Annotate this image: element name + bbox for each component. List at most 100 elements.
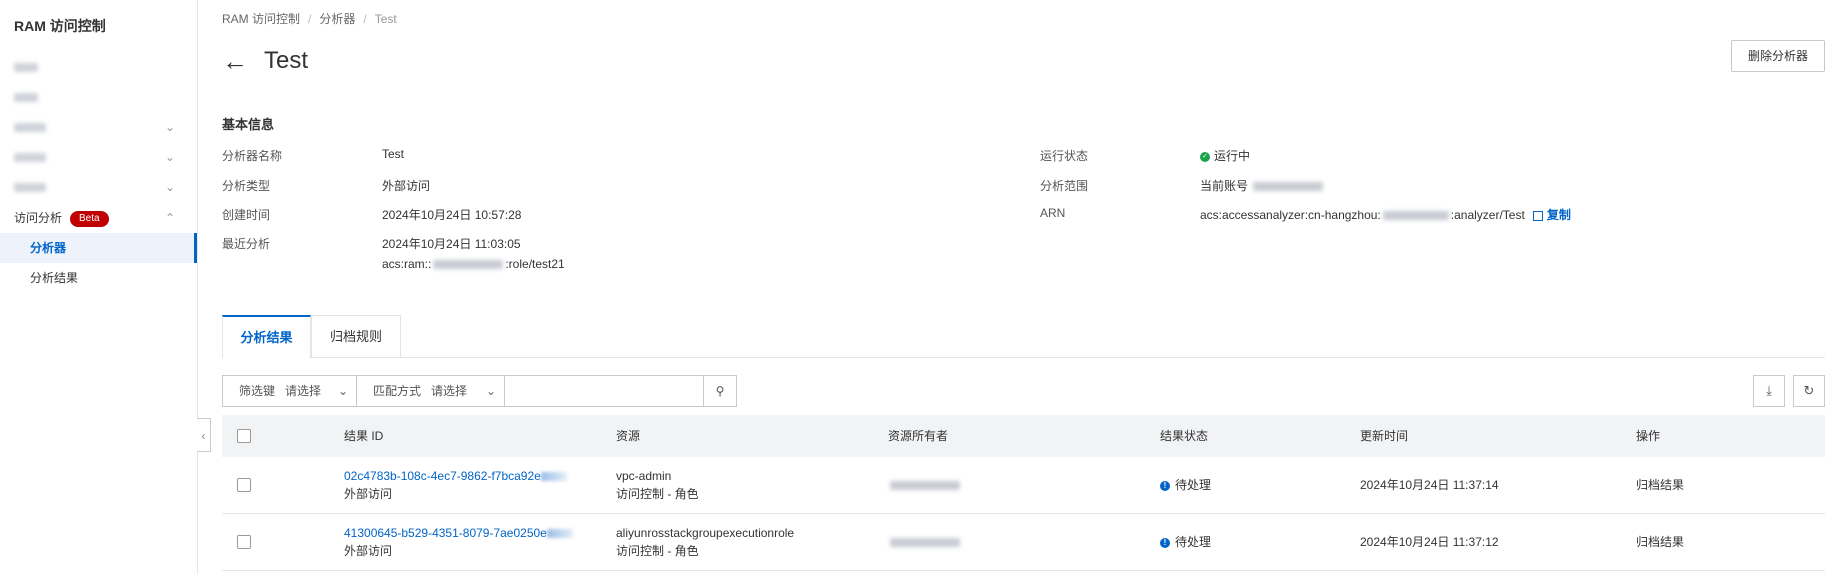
basic-info-heading: 基本信息 [222, 117, 275, 132]
sidebar-title: RAM 访问控制 [14, 18, 106, 34]
filter-key-select[interactable]: 筛选键 请选择 ⌄ [223, 376, 357, 406]
resource-owner-cell [888, 533, 962, 551]
tab-analysis-results[interactable]: 分析结果 [222, 315, 311, 358]
blurred-label [14, 63, 38, 73]
blurred-label [14, 123, 46, 133]
arn-label: ARN [1040, 206, 1066, 220]
result-id-cell: 02c4783b-108c-4ec7-9862-f7bca92e 外部访问 [344, 467, 567, 503]
info-circle-icon: ! [1160, 537, 1170, 548]
chevron-up-icon: ⌃ [164, 211, 175, 225]
blurred-label [14, 93, 38, 103]
resource-cell: vpc-admin 访问控制 - 角色 [616, 467, 699, 503]
chevron-down-icon: ⌄ [164, 150, 175, 164]
page-title: Test [264, 47, 309, 74]
chevron-down-icon: ⌄ [164, 180, 175, 194]
delete-analyzer-button[interactable]: 删除分析器 [1731, 40, 1825, 72]
result-type: 外部访问 [344, 487, 393, 501]
arrow-left-icon[interactable]: ← [222, 46, 248, 76]
last-analysis-label: 最近分析 [222, 237, 271, 251]
select-all-checkbox[interactable] [237, 429, 251, 443]
row-checkbox[interactable] [237, 535, 251, 549]
archive-result-link[interactable]: 归档结果 [1636, 533, 1684, 551]
copy-icon[interactable] [1532, 210, 1543, 221]
result-id-link[interactable]: 41300645-b529-4351-8079-7ae0250e [344, 526, 547, 540]
created-time-label: 创建时间 [222, 208, 271, 222]
filter-key-label: 筛选键 [239, 384, 276, 398]
status-cell: ! 待处理 [1160, 476, 1211, 494]
sidebar: RAM 访问控制 ⌄ ⌄ ⌄ 访问分析 Beta ⌃ 分析器 分析结果 [0, 0, 198, 574]
sidebar-item-analyzer[interactable]: 分析器 [0, 233, 197, 263]
sidebar-item-3[interactable]: ⌄ [0, 112, 197, 142]
created-time-value: 2024年10月24日 10:57:28 [382, 208, 522, 222]
sidebar-collapse-button[interactable]: ‹ [197, 418, 211, 452]
match-mode-placeholder: 请选择 [431, 384, 468, 398]
status-text: 待处理 [1175, 478, 1212, 492]
beta-badge: Beta [70, 210, 109, 227]
breadcrumb: RAM 访问控制 / 分析器 / Test [222, 12, 397, 26]
search-icon[interactable]: ⚲ [704, 376, 736, 406]
chevron-left-icon: ‹ [201, 429, 206, 443]
last-analysis-value: 2024年10月24日 11:03:05 [382, 237, 521, 251]
account-suffix: :role/test21 [505, 257, 565, 271]
arn-prefix: acs:accessanalyzer:cn-hangzhou: [1200, 208, 1381, 222]
col-action: 操作 [1636, 429, 1661, 443]
blurred-account-id [1253, 182, 1324, 192]
table-row: 02c4783b-108c-4ec7-9862-f7bca92e 外部访问 vpc… [222, 457, 1825, 514]
archive-result-link[interactable]: 归档结果 [1636, 476, 1684, 494]
result-type: 外部访问 [344, 544, 393, 558]
updated-time-cell: 2024年10月24日 11:37:12 [1360, 535, 1499, 549]
blurred-label [14, 183, 46, 193]
chevron-down-icon: ⌄ [485, 384, 496, 398]
scope-label: 分析范围 [1040, 179, 1089, 193]
copy-arn-link[interactable]: 复制 [1547, 208, 1571, 222]
account-prefix: acs:ram:: [382, 257, 432, 271]
main-content: RAM 访问控制 / 分析器 / Test ← Test 删除分析器 基本信息 分析器名… [222, 0, 1825, 574]
breadcrumb-current: Test [374, 12, 397, 26]
filter-key-placeholder: 请选择 [285, 384, 322, 398]
scope-text: 当前账号 [1200, 179, 1249, 193]
row-checkbox[interactable] [237, 478, 251, 492]
last-analysis-account: acs:ram:::role/test21 [382, 257, 565, 271]
updated-time-cell: 2024年10月24日 11:37:14 [1360, 478, 1499, 492]
scope-value: 当前账号 [1200, 177, 1325, 194]
refresh-icon[interactable]: ↻ [1793, 375, 1825, 407]
tab-archive-rules[interactable]: 归档规则 [311, 315, 401, 357]
blurred-account-id [433, 260, 504, 270]
search-input[interactable] [505, 376, 704, 406]
check-circle-icon: ✓ [1200, 151, 1210, 162]
analyzer-name-label: 分析器名称 [222, 149, 283, 163]
resource-name: vpc-admin [616, 469, 672, 483]
col-resource: 资源 [616, 429, 641, 443]
breadcrumb-analyzer[interactable]: 分析器 [319, 12, 355, 26]
blurred-id-tail [546, 529, 573, 539]
status-text: 运行中 [1214, 149, 1251, 163]
result-id-cell: 41300645-b529-4351-8079-7ae0250e 外部访问 [344, 524, 573, 560]
match-mode-select[interactable]: 匹配方式 请选择 ⌄ [357, 376, 505, 406]
sidebar-item-analysis-results[interactable]: 分析结果 [0, 263, 197, 293]
status-value: ✓ 运行中 [1200, 147, 1250, 164]
sidebar-item-4[interactable]: ⌄ [0, 142, 197, 172]
table-header: 结果 ID 资源 资源所有者 结果状态 更新时间 操作 [222, 415, 1825, 457]
sidebar-group-label: 访问分析 [14, 211, 63, 225]
breadcrumb-ram[interactable]: RAM 访问控制 [222, 12, 300, 26]
blurred-account-id [1382, 211, 1449, 221]
result-id-link[interactable]: 02c4783b-108c-4ec7-9862-f7bca92e [344, 469, 541, 483]
blurred-owner-id [890, 481, 960, 491]
blurred-label [14, 153, 46, 163]
resource-name: aliyunrosstackgroupexecutionrole [616, 526, 795, 540]
status-text: 待处理 [1175, 535, 1212, 549]
match-mode-label: 匹配方式 [373, 384, 422, 398]
blurred-owner-id [890, 538, 960, 548]
chevron-down-icon: ⌄ [164, 120, 175, 134]
blurred-id-tail [540, 472, 567, 482]
sidebar-item-1[interactable] [0, 52, 197, 82]
col-resource-owner: 资源所有者 [888, 429, 949, 443]
sidebar-item-2[interactable] [0, 82, 197, 112]
sidebar-item-5[interactable]: ⌄ [0, 172, 197, 202]
sidebar-group-access-analysis[interactable]: 访问分析 Beta ⌃ [0, 203, 197, 233]
download-icon[interactable]: ⤓ [1753, 375, 1785, 407]
resource-owner-cell [888, 476, 962, 494]
col-result-status: 结果状态 [1160, 429, 1209, 443]
col-result-id: 结果 ID [344, 429, 384, 443]
filter-bar: 筛选键 请选择 ⌄ 匹配方式 请选择 ⌄ ⚲ [222, 375, 737, 407]
